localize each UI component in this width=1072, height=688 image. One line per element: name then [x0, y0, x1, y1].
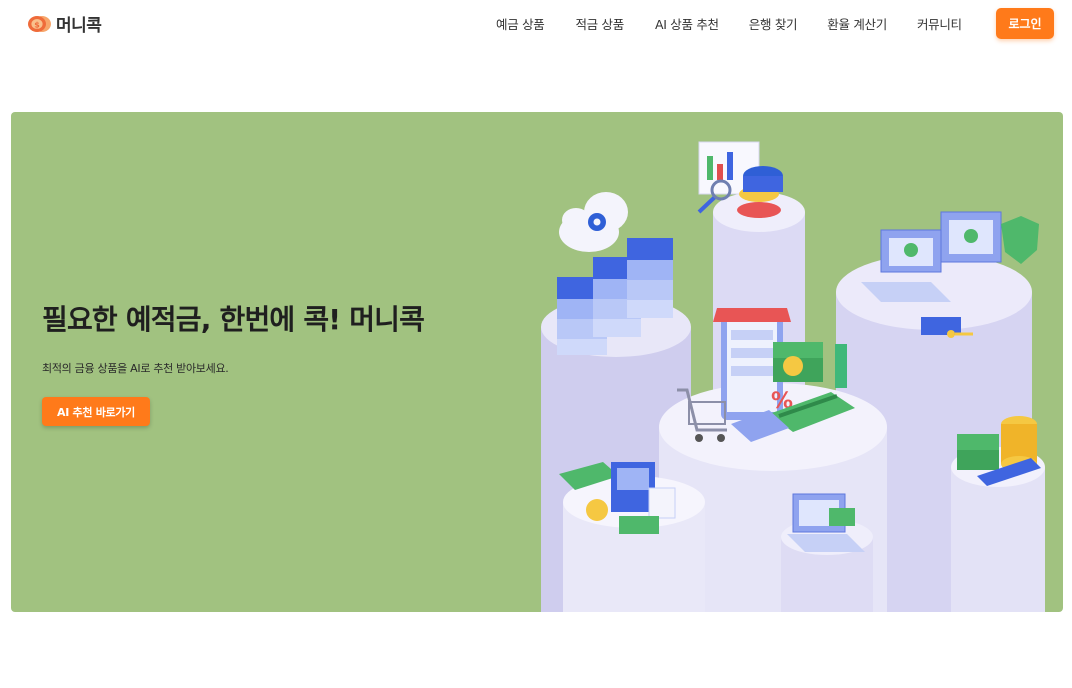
pie-chart-icon — [737, 166, 783, 218]
hero-subtitle: 최적의 금융 상품을 AI로 추천 받아보세요. — [42, 362, 229, 375]
logo[interactable]: $ 머니콕 — [26, 11, 102, 36]
pillar-bottom-center — [781, 519, 873, 612]
nav-exchange-calculator[interactable]: 환율 계산기 — [827, 14, 887, 33]
hero-banner: 필요한 예적금, 한번에 콕! 머니콕 최적의 금융 상품을 AI로 추천 받아… — [11, 112, 1063, 612]
cloud-gear-icon — [559, 192, 628, 252]
nav-savings[interactable]: 적금 상품 — [575, 14, 624, 33]
logo-text: 머니콕 — [56, 16, 102, 36]
ai-recommend-button[interactable]: AI 추천 바로가기 — [42, 397, 150, 426]
top-header: $ 머니콕 예금 상품 적금 상품 AI 상품 추천 은행 찾기 환율 계산기 … — [0, 0, 1072, 46]
nav-bank-finder[interactable]: 은행 찾기 — [749, 14, 798, 33]
finance-illustration: % — [531, 112, 1063, 612]
login-button[interactable]: 로그인 — [996, 8, 1054, 39]
coin-logo-icon: $ — [28, 15, 51, 32]
nav-ai-recommend[interactable]: AI 상품 추천 — [655, 14, 719, 33]
nav-deposit[interactable]: 예금 상품 — [496, 14, 545, 33]
main-nav: 예금 상품 적금 상품 AI 상품 추천 은행 찾기 환율 계산기 커뮤니티 — [496, 0, 992, 46]
cash-stack-icon — [773, 342, 847, 388]
hero-title: 필요한 예적금, 한번에 콕! 머니콕 — [42, 303, 425, 336]
nav-community[interactable]: 커뮤니티 — [917, 14, 962, 33]
svg-text:$: $ — [34, 20, 40, 29]
